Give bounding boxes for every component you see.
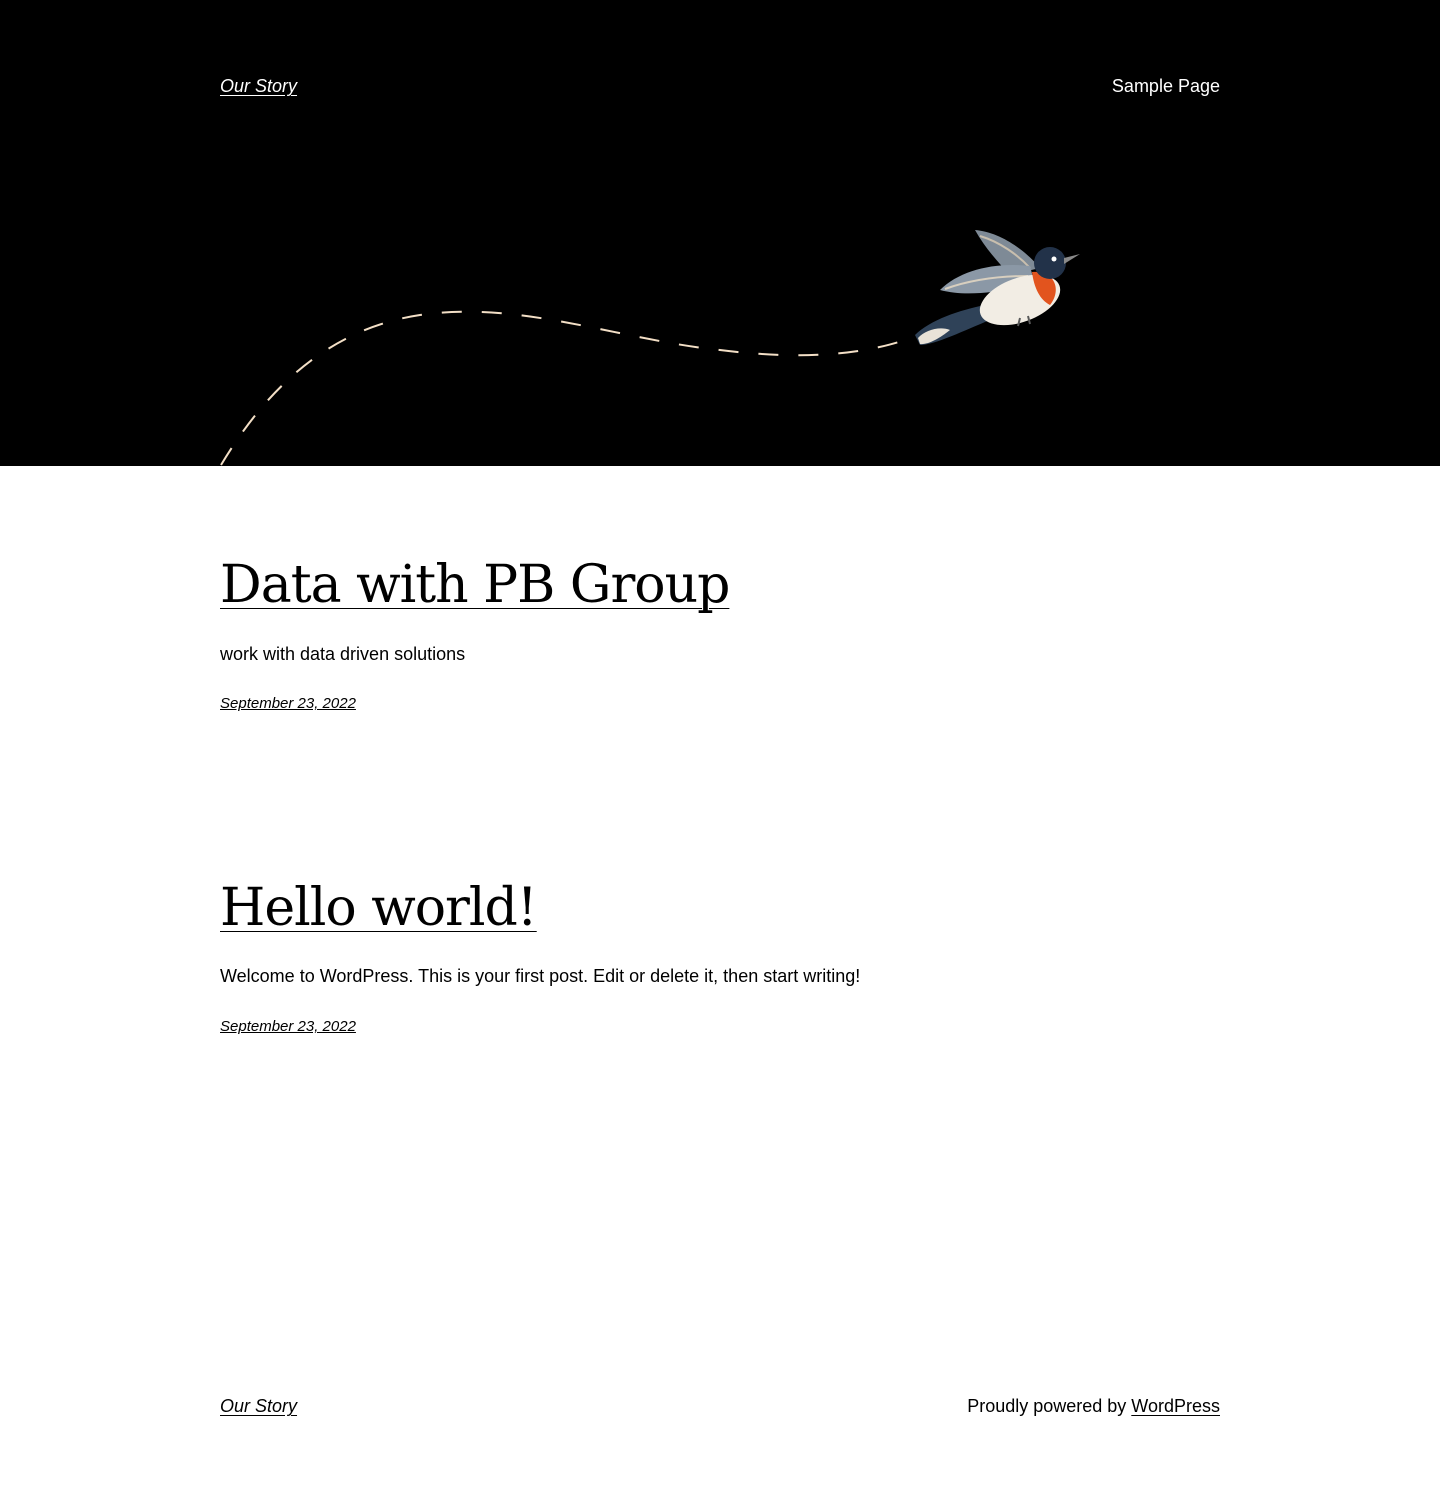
post-title: Data with PB Group (220, 553, 1220, 617)
post-title: Hello world! (220, 876, 1220, 940)
post-date-link[interactable]: September 23, 2022 (220, 694, 356, 714)
post-card: Data with PB Group work with data driven… (220, 553, 1220, 712)
bird-icon (915, 230, 1080, 345)
wordpress-link[interactable]: WordPress (1131, 1396, 1220, 1416)
post-title-link[interactable]: Data with PB Group (220, 555, 730, 615)
site-title-link[interactable]: Our Story (220, 74, 297, 98)
nav-item-sample-page[interactable]: Sample Page (1112, 74, 1220, 98)
post-title-link[interactable]: Hello world! (220, 878, 538, 938)
header-illustration (220, 230, 1080, 466)
footer-credit-text: Proudly powered by (967, 1396, 1132, 1416)
flight-path-line (220, 310, 906, 466)
footer-credit: Proudly powered by WordPress (967, 1394, 1220, 1418)
site-header: Our Story Sample Page (0, 0, 1440, 466)
post-excerpt: work with data driven solutions (220, 644, 466, 664)
post-card: Hello world! Welcome to WordPress. This … (220, 876, 1220, 1035)
post-date-link[interactable]: September 23, 2022 (220, 1017, 356, 1037)
post-excerpt: Welcome to WordPress. This is your first… (220, 966, 861, 986)
footer-site-title-link[interactable]: Our Story (220, 1394, 297, 1418)
